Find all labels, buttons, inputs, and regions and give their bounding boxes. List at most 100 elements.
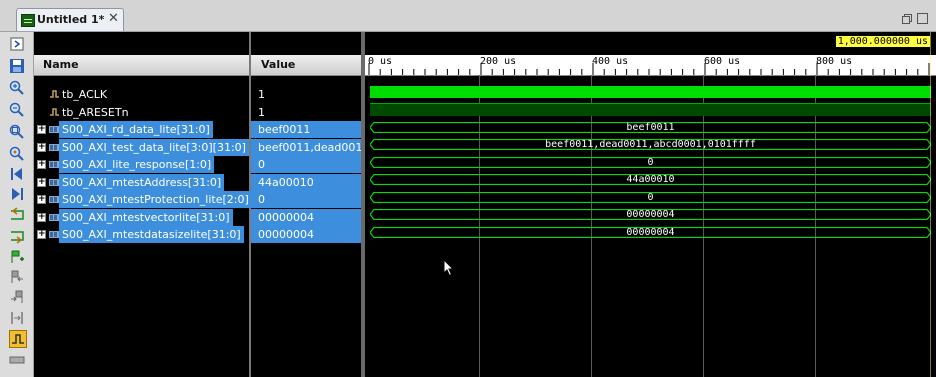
waveform-toolbar — [0, 32, 34, 377]
go-to-start-icon[interactable] — [9, 166, 25, 182]
signal-row[interactable]: + S00_AXI_mtestdatasizelite[31:0] — [34, 226, 249, 244]
mouse-pointer-icon — [443, 258, 455, 280]
signal-name: S00_AXI_rd_data_lite[31:0] — [59, 121, 213, 138]
signal-value: beef0011 — [258, 123, 311, 136]
bus-waveform[interactable]: 44a00010 — [370, 174, 931, 185]
expand-toggle[interactable]: + — [37, 143, 46, 152]
zoom-in-icon[interactable] — [9, 80, 25, 96]
bit-signal-icon — [49, 89, 60, 99]
bit-signal-icon — [49, 107, 60, 117]
time-cursor[interactable] — [930, 32, 931, 377]
signal-row[interactable]: + S00_AXI_lite_response[1:0] — [34, 156, 249, 174]
signal-value-row[interactable]: 0 — [251, 156, 361, 173]
expand-toggle[interactable]: + — [37, 230, 46, 239]
signal-value-row[interactable]: 00000004 — [251, 226, 361, 243]
editor-tab-bar: Untitled 1* ✕ — [0, 0, 936, 32]
bus-value-label: beef0011 — [626, 122, 675, 133]
cursor-time-label: 1,000.000000 us — [835, 36, 930, 47]
previous-marker-icon[interactable] — [9, 269, 25, 285]
bus-value-label: 44a00010 — [626, 174, 675, 185]
window-controls — [898, 13, 928, 27]
next-transition-icon[interactable] — [9, 228, 25, 244]
signal-value: 00000004 — [258, 228, 314, 241]
signal-value-row[interactable]: 1 — [251, 104, 361, 121]
ruler-label-600: 600 us — [704, 56, 741, 67]
bus-waveform[interactable]: 00000004 — [370, 209, 931, 220]
previous-transition-icon[interactable] — [9, 207, 25, 223]
signal-name: S00_AXI_mtestProtection_lite[2:0] — [59, 191, 252, 208]
signal-value-row[interactable]: beef0011,dead0011, — [251, 139, 361, 156]
value-column-header[interactable]: Value — [251, 55, 361, 76]
signal-row[interactable]: tb_ARESETn — [34, 104, 249, 122]
signal-value-row[interactable]: 0 — [251, 191, 361, 208]
signal-value: 0 — [258, 193, 265, 206]
signal-value-row[interactable]: 44a00010 — [251, 174, 361, 191]
signal-name: tb_ACLK — [62, 88, 108, 101]
bus-waveform[interactable]: 0 — [370, 192, 931, 203]
time-ruler[interactable]: 0 us 200 us 400 us 600 us 800 us — [365, 55, 936, 76]
tab-untitled-1[interactable]: Untitled 1* ✕ — [16, 8, 124, 31]
tab-title: Untitled 1* — [37, 13, 105, 26]
go-to-end-icon[interactable] — [9, 186, 25, 202]
expand-toggle[interactable]: + — [37, 213, 46, 222]
signal-value: 44a00010 — [258, 176, 314, 189]
restore-icon[interactable] — [901, 16, 910, 24]
signal-value-row[interactable]: 1 — [251, 86, 361, 103]
bus-waveform[interactable]: beef0011 — [370, 122, 931, 133]
expand-toggle[interactable]: + — [37, 160, 46, 169]
signal-row[interactable]: + S00_AXI_mtestAddress[31:0] — [34, 174, 249, 192]
maximize-icon[interactable] — [917, 13, 928, 24]
floating-ruler-icon[interactable] — [9, 352, 25, 368]
snap-to-transition-icon[interactable] — [9, 330, 27, 348]
value-header-label: Value — [261, 58, 296, 71]
bus-value-label: 00000004 — [626, 227, 675, 238]
signal-value: 1 — [258, 106, 265, 119]
signal-value: 0 — [258, 158, 265, 171]
signal-value-pane: Value 1 1 beef0011 beef0011,dead0011, 0 44a00… — [251, 32, 365, 377]
bus-value-label: beef0011,dead0011,abcd0001,0101ffff — [545, 139, 756, 150]
add-marker-icon[interactable] — [9, 249, 25, 265]
signal-name-pane: Name tb_ACLK tb_ARESETn + S00_AXI_rd_data_l… — [34, 32, 252, 377]
ruler-label-200: 200 us — [480, 56, 517, 67]
expand-toggle[interactable]: + — [37, 178, 46, 187]
signal-row[interactable]: + S00_AXI_rd_data_lite[31:0] — [34, 121, 249, 139]
bus-waveform[interactable]: 00000004 — [370, 227, 931, 238]
name-header-label: Name — [43, 58, 79, 71]
signal-value-row[interactable]: 00000004 — [251, 209, 361, 226]
bus-value-label: 0 — [647, 157, 654, 168]
swap-cursors-icon[interactable] — [9, 310, 25, 326]
signal-name: S00_AXI_test_data_lite[3:0][31:0] — [59, 139, 249, 156]
signal-value: 1 — [258, 88, 265, 101]
signal-name: S00_AXI_lite_response[1:0] — [59, 156, 215, 173]
signal-row[interactable]: tb_ACLK — [34, 86, 249, 104]
ruler-label-400: 400 us — [592, 56, 629, 67]
waveform-icon — [21, 14, 35, 27]
cursor-time-bar: 1,000.000000 us — [365, 32, 936, 55]
zoom-fit-icon[interactable] — [9, 124, 25, 140]
signal-row[interactable]: + S00_AXI_test_data_lite[3:0][31:0] — [34, 139, 249, 157]
name-column-header[interactable]: Name — [34, 55, 249, 76]
zoom-out-icon[interactable] — [9, 102, 25, 118]
signal-name: S00_AXI_mtestAddress[31:0] — [59, 174, 225, 191]
bus-waveform[interactable]: beef0011,dead0011,abcd0001,0101ffff — [370, 139, 931, 150]
signal-value-row[interactable]: beef0011 — [251, 121, 361, 138]
ruler-label-800: 800 us — [816, 56, 853, 67]
waveform-tb-aresetn[interactable] — [370, 103, 931, 116]
signal-value: 00000004 — [258, 211, 314, 224]
bus-waveform[interactable]: 0 — [370, 157, 931, 168]
signal-row[interactable]: + S00_AXI_mtestProtection_lite[2:0] — [34, 191, 252, 209]
zoom-cursor-icon[interactable] — [9, 146, 25, 162]
signal-name: tb_ARESETn — [62, 106, 129, 119]
next-marker-icon[interactable] — [9, 289, 25, 305]
signal-row[interactable]: + S00_AXI_mtestvectorlite[31:0] — [34, 209, 249, 227]
expand-icon[interactable] — [9, 36, 25, 52]
expand-toggle[interactable]: + — [37, 195, 46, 204]
save-icon[interactable] — [9, 58, 25, 74]
waveform-tb-aclk[interactable] — [370, 86, 931, 98]
signal-value: beef0011,dead0011, — [258, 141, 361, 154]
ruler-label-0: 0 us — [368, 56, 393, 67]
close-icon[interactable]: ✕ — [108, 11, 119, 26]
waveform-pane[interactable]: 1,000.000000 us 0 us 200 us 400 us 600 u… — [365, 32, 936, 377]
signal-name: S00_AXI_mtestvectorlite[31:0] — [59, 209, 233, 226]
expand-toggle[interactable]: + — [37, 125, 46, 134]
